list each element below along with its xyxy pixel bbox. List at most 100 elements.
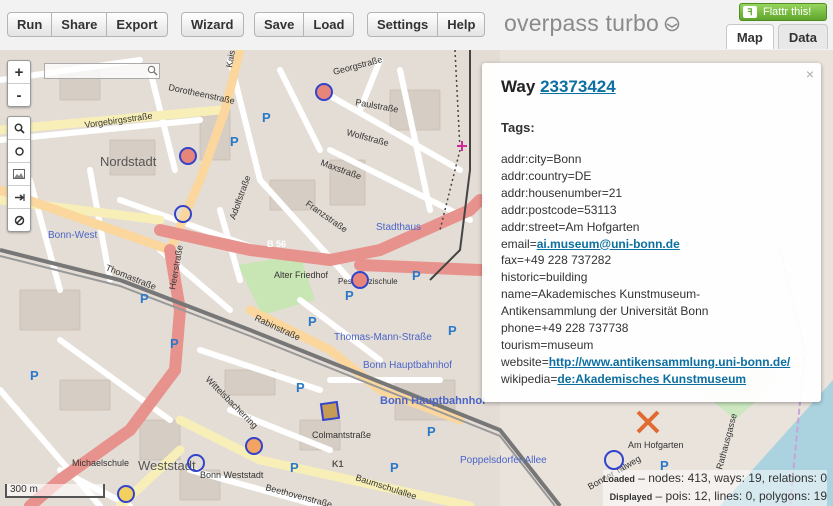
tag-value: 53113 <box>584 202 617 217</box>
tab-map[interactable]: Map <box>725 24 774 49</box>
zoom-in-button[interactable]: + <box>8 61 30 84</box>
parking-icon: P <box>345 288 354 303</box>
tag-key: addr:housenumber <box>501 185 602 200</box>
parking-icon: P <box>30 368 39 383</box>
search-icon <box>147 65 158 76</box>
tag-value[interactable]: ai.museum@uni-bonn.de <box>537 237 680 251</box>
pharmacy-icon <box>457 141 467 151</box>
museum-marker <box>187 454 205 472</box>
tag-row: website=http://www.antikensammlung.uni-b… <box>501 354 791 369</box>
museum-marker <box>245 437 263 455</box>
wizard-button[interactable]: Wizard <box>181 12 244 37</box>
parking-icon: P <box>296 380 305 395</box>
tag-value: Bonn <box>553 152 582 166</box>
tag-value: museum <box>547 337 594 352</box>
tag-row: addr:postcode=53113 <box>501 202 617 217</box>
museum-polygon-marker[interactable] <box>319 400 341 422</box>
tag-key: email <box>501 236 530 251</box>
loaded-values: – nodes: 413, ways: 19, relations: 0 <box>638 471 827 485</box>
tag-value-continuation: Antikensammlung der Universität Bonn <box>501 304 709 319</box>
overpass-logo-icon <box>664 16 680 32</box>
fullscreen-button[interactable] <box>8 186 30 209</box>
tab-data[interactable]: Data <box>777 24 828 49</box>
tag-row: addr:city=Bonn <box>501 152 582 166</box>
selected-feature-marker[interactable] <box>636 410 660 434</box>
tag-key: addr:street <box>501 219 559 234</box>
share-button[interactable]: Share <box>52 12 108 37</box>
settings-button[interactable]: Settings <box>367 12 439 37</box>
displayed-values: – pois: 12, lines: 0, polygons: 19 <box>655 489 827 503</box>
tag-value: Am Hofgarten <box>565 219 640 234</box>
zoom-out-button[interactable]: - <box>8 84 30 106</box>
tag-row: addr:street=Am Hofgarten <box>501 219 640 234</box>
map-tools-control <box>7 116 31 232</box>
museum-marker <box>174 205 192 223</box>
parking-icon: P <box>427 424 436 439</box>
parking-icon: P <box>262 110 271 125</box>
displayed-stats: Displayed – pois: 12, lines: 0, polygons… <box>603 488 827 506</box>
scale-bar: 300 m <box>5 484 105 498</box>
view-tabs: Map Data <box>725 24 828 49</box>
feature-popup: × Way 23373424 Tags: addr:city=Bonn addr:… <box>482 63 821 402</box>
app-title: overpass turbo <box>504 10 659 36</box>
parking-icon: P <box>308 314 317 329</box>
tag-value: +49 228 737282 <box>524 253 612 268</box>
save-button[interactable]: Save <box>254 12 305 37</box>
tag-row: fax=+49 228 737282 <box>501 253 612 268</box>
tag-key: addr:postcode <box>501 202 578 217</box>
tag-value: +49 228 737738 <box>541 321 629 336</box>
image-icon <box>13 169 25 179</box>
load-button[interactable]: Load <box>304 12 355 37</box>
export-image-button[interactable] <box>8 163 30 186</box>
parking-icon: P <box>448 323 457 338</box>
tag-key: website <box>501 354 542 369</box>
tags-heading: Tags: <box>501 120 535 135</box>
magnifier-icon <box>14 123 25 134</box>
parking-icon: P <box>290 460 299 475</box>
tag-value[interactable]: http://www.antikensammlung.uni-bonn.de/ <box>549 355 791 369</box>
tag-key: historic <box>501 270 540 285</box>
flattr-button[interactable]: ꟻ Flattr this! <box>739 3 827 21</box>
tag-value: 21 <box>608 185 623 200</box>
hide-data-button[interactable] <box>8 209 30 231</box>
museum-marker <box>351 271 369 289</box>
loaded-label: Loaded <box>602 474 635 484</box>
locate-me-button[interactable] <box>8 140 30 163</box>
museum-marker <box>117 485 135 503</box>
tag-value: Akademisches Kunstmuseum- <box>538 287 701 302</box>
parking-icon: P <box>412 268 421 283</box>
museum-marker <box>604 450 624 470</box>
run-button[interactable]: Run <box>7 12 53 37</box>
tag-value: DE <box>574 168 592 183</box>
export-button[interactable]: Export <box>107 12 168 37</box>
tag-value[interactable]: de:Akademisches Kunstmuseum <box>557 372 746 386</box>
zoom-control: + - <box>7 60 31 107</box>
museum-marker <box>315 83 333 101</box>
tag-row: addr:housenumber=21 <box>501 185 623 200</box>
displayed-label: Displayed <box>609 492 653 502</box>
toolbar-group-misc: Settings Help <box>367 12 486 37</box>
toolbar: Run Share Export Wizard Save Load Settin… <box>0 0 833 51</box>
parking-icon: P <box>230 134 239 149</box>
tag-row: phone=+49 228 737738 <box>501 321 629 336</box>
circle-icon <box>14 146 24 156</box>
parking-icon: P <box>140 291 149 306</box>
tag-row: historic=building <box>501 270 588 285</box>
tag-key: wikipedia <box>501 371 551 386</box>
tag-row: name=Akademisches Kunstmuseum- <box>501 287 701 302</box>
museum-marker <box>179 147 197 165</box>
tag-key: addr:country <box>501 168 568 183</box>
arrow-right-icon <box>14 193 25 201</box>
way-id-link[interactable]: 23373424 <box>540 77 616 96</box>
tag-row: tourism=museum <box>501 337 594 352</box>
flattr-label: Flattr this! <box>763 6 812 18</box>
toolbar-group-query: Run Share Export <box>7 12 168 37</box>
zoom-to-data-button[interactable] <box>8 117 30 140</box>
data-stats: Loaded – nodes: 413, ways: 19, relations… <box>602 470 827 506</box>
tag-row: email=ai.museum@uni-bonn.de <box>501 236 680 251</box>
map-search-input[interactable] <box>44 63 160 79</box>
popup-close-button[interactable]: × <box>806 66 814 82</box>
map-view[interactable]: Vorgebirgsstraße Nordstadt Bonn-West Tho… <box>0 50 833 506</box>
loaded-stats: Loaded – nodes: 413, ways: 19, relations… <box>603 470 827 488</box>
help-button[interactable]: Help <box>438 12 486 37</box>
